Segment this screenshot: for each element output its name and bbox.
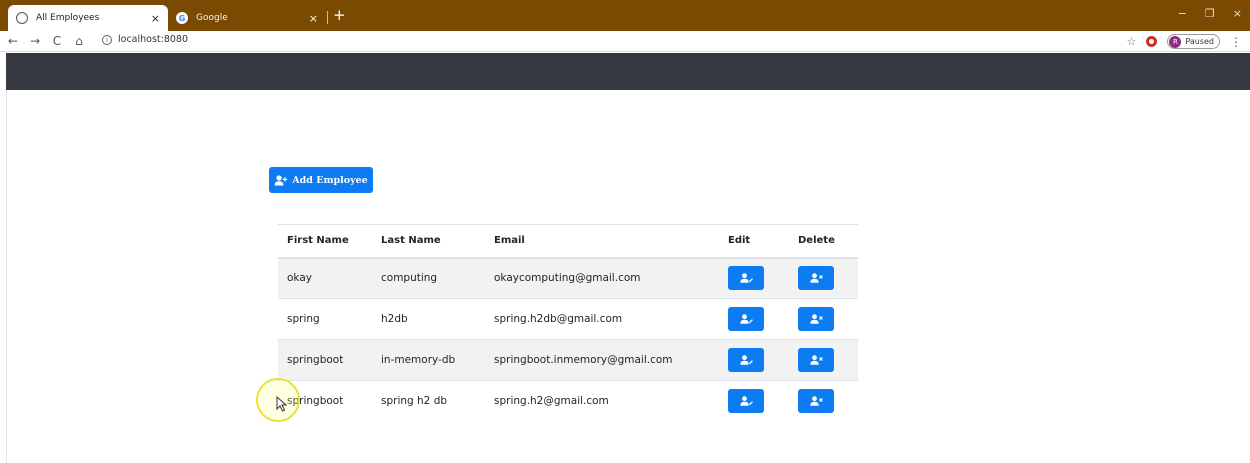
user-edit-icon xyxy=(739,396,753,406)
tab-separator xyxy=(327,11,328,24)
cell-first-name: springboot xyxy=(287,354,344,366)
edit-button[interactable] xyxy=(728,307,764,331)
cell-edit xyxy=(719,381,789,422)
page-navbar xyxy=(6,53,1250,90)
cell-last-name: spring h2 db xyxy=(381,395,448,408)
delete-button[interactable] xyxy=(798,348,834,372)
window-controls: − ❐ × xyxy=(1178,7,1242,20)
page-divider xyxy=(6,90,7,463)
add-employee-label: Add Employee xyxy=(292,174,368,186)
user-times-icon xyxy=(809,396,823,406)
opera-extension-icon[interactable] xyxy=(1146,36,1158,47)
header-email: Email xyxy=(494,235,525,247)
new-tab-button[interactable]: + xyxy=(333,6,346,24)
cell-email: okaycomputing@gmail.com xyxy=(494,272,641,285)
edit-button[interactable] xyxy=(728,348,764,372)
edit-button[interactable] xyxy=(728,266,764,291)
header-delete: Delete xyxy=(798,235,835,247)
cell-delete xyxy=(789,381,858,422)
cell-last-name: computing xyxy=(381,272,438,285)
user-edit-icon xyxy=(739,355,753,365)
url-field[interactable]: i localhost:8080 xyxy=(102,34,188,45)
table-row: spring h2db spring.h2db@gmail.com xyxy=(278,298,858,340)
cell-first-name: okay xyxy=(287,272,312,285)
tab-title: Google xyxy=(196,13,228,23)
table-row: okay computing okaycomputing@gmail.com xyxy=(278,257,858,299)
employee-table: First Name Last Name Email Edit Delete o… xyxy=(278,224,858,422)
avatar: R xyxy=(1169,35,1182,48)
bookmark-star-icon[interactable]: ☆ xyxy=(1127,35,1137,48)
cell-last-name: in-memory-db xyxy=(381,354,456,366)
tab-all-employees[interactable]: All Employees × xyxy=(8,5,168,31)
user-times-icon xyxy=(809,314,823,324)
table-row: springboot spring h2 db spring.h2@gmail.… xyxy=(278,380,858,422)
mouse-pointer-icon xyxy=(276,396,288,412)
globe-icon xyxy=(16,12,28,24)
user-plus-icon xyxy=(274,174,288,185)
tab-close-icon[interactable]: × xyxy=(151,12,160,25)
header-edit: Edit xyxy=(728,235,751,247)
add-employee-button[interactable]: Add Employee xyxy=(269,167,373,193)
profile-button[interactable]: R Paused xyxy=(1167,34,1220,49)
cell-last-name: h2db xyxy=(381,313,408,325)
edit-button[interactable] xyxy=(728,389,764,414)
cell-edit xyxy=(719,340,789,381)
cell-delete xyxy=(789,340,858,381)
cell-delete xyxy=(789,258,858,299)
restore-button[interactable]: ❐ xyxy=(1205,7,1215,20)
user-times-icon xyxy=(809,355,823,365)
cell-edit xyxy=(719,299,789,340)
header-first-name: First Name xyxy=(287,235,349,247)
close-window-button[interactable]: × xyxy=(1233,7,1242,20)
cell-email: spring.h2db@gmail.com xyxy=(494,313,623,325)
google-icon: G xyxy=(176,12,188,24)
tab-google[interactable]: G Google × xyxy=(168,5,326,31)
user-times-icon xyxy=(809,273,823,283)
table-row: springboot in-memory-db springboot.inmem… xyxy=(278,339,858,381)
back-button[interactable]: ← xyxy=(4,34,22,48)
header-last-name: Last Name xyxy=(381,235,441,247)
user-edit-icon xyxy=(739,314,753,324)
tab-close-icon[interactable]: × xyxy=(309,12,318,25)
info-icon[interactable]: i xyxy=(102,34,112,45)
cell-email: spring.h2@gmail.com xyxy=(494,395,609,408)
profile-status: Paused xyxy=(1185,37,1214,46)
toolbar-right: ☆ R Paused ⋮ xyxy=(1127,34,1242,49)
reload-button[interactable]: C xyxy=(48,34,66,48)
browser-tab-strip: All Employees × G Google × + − ❐ × xyxy=(0,0,1250,31)
forward-button[interactable]: → xyxy=(26,34,44,48)
cell-delete xyxy=(789,299,858,340)
delete-button[interactable] xyxy=(798,266,834,291)
table-header-row: First Name Last Name Email Edit Delete xyxy=(278,224,858,258)
address-bar: ← → C ⌂ i localhost:8080 ☆ R Paused ⋮ xyxy=(0,31,1250,52)
cell-email: springboot.inmemory@gmail.com xyxy=(494,354,673,366)
tab-title: All Employees xyxy=(36,13,100,23)
delete-button[interactable] xyxy=(798,389,834,414)
minimize-button[interactable]: − xyxy=(1178,7,1187,20)
user-edit-icon xyxy=(739,273,753,283)
delete-button[interactable] xyxy=(798,307,834,331)
browser-menu-icon[interactable]: ⋮ xyxy=(1230,35,1242,49)
cell-edit xyxy=(719,258,789,299)
home-button[interactable]: ⌂ xyxy=(70,34,88,48)
cell-first-name: spring xyxy=(287,313,320,325)
url-text: localhost:8080 xyxy=(118,34,189,45)
